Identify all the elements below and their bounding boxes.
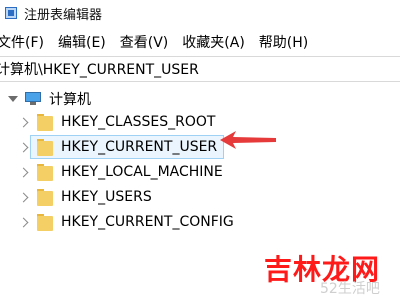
tree-item-label: HKEY_CURRENT_USER xyxy=(61,139,218,155)
red-arrow-annotation xyxy=(220,131,276,149)
tree-item-hkey-current-config[interactable]: HKEY_CURRENT_CONFIG xyxy=(18,210,234,234)
tree-item-hkey-local-machine[interactable]: HKEY_LOCAL_MACHINE xyxy=(18,160,223,184)
registry-icon xyxy=(5,7,17,19)
computer-icon xyxy=(24,92,42,106)
expand-down-icon[interactable] xyxy=(8,96,18,102)
folder-icon xyxy=(37,113,53,131)
folder-icon xyxy=(37,163,53,181)
title-bar: 注册表编辑器 xyxy=(0,0,400,26)
address-text: 计算机\HKEY_CURRENT_USER xyxy=(0,62,199,78)
tree-item-label: HKEY_CLASSES_ROOT xyxy=(61,114,216,130)
chevron-right-icon[interactable] xyxy=(18,192,29,202)
menu-bar: 文件(F) 编辑(E) 查看(V) 收藏夹(A) 帮助(H) xyxy=(0,30,400,54)
tree-item-hkey-classes-root[interactable]: HKEY_CLASSES_ROOT xyxy=(18,110,215,134)
tree-item-hkey-users[interactable]: HKEY_USERS xyxy=(18,185,152,209)
watermark-small: 52生活吧 xyxy=(320,281,380,297)
folder-icon xyxy=(37,188,53,206)
menu-file[interactable]: 文件(F) xyxy=(0,32,44,52)
menu-help[interactable]: 帮助(H) xyxy=(259,32,308,52)
tree-item-label: HKEY_LOCAL_MACHINE xyxy=(61,164,223,180)
tree-item-label: HKEY_CURRENT_CONFIG xyxy=(61,214,234,230)
tree-root-label: 计算机 xyxy=(49,92,91,108)
chevron-right-icon[interactable] xyxy=(18,217,29,227)
menu-edit[interactable]: 编辑(E) xyxy=(58,32,106,52)
tree-root-computer[interactable]: 计算机 xyxy=(8,88,91,110)
chevron-right-icon[interactable] xyxy=(18,142,29,152)
window-title: 注册表编辑器 xyxy=(24,7,103,23)
tree-item-hkey-current-user[interactable]: HKEY_CURRENT_USER xyxy=(18,135,217,159)
menu-view[interactable]: 查看(V) xyxy=(120,32,169,52)
folder-icon xyxy=(37,138,53,156)
chevron-right-icon[interactable] xyxy=(18,167,29,177)
address-bar[interactable]: 计算机\HKEY_CURRENT_USER xyxy=(0,56,400,82)
tree-item-label: HKEY_USERS xyxy=(61,189,152,205)
folder-icon xyxy=(37,213,53,231)
menu-favorites[interactable]: 收藏夹(A) xyxy=(182,32,245,52)
chevron-right-icon[interactable] xyxy=(18,117,29,127)
